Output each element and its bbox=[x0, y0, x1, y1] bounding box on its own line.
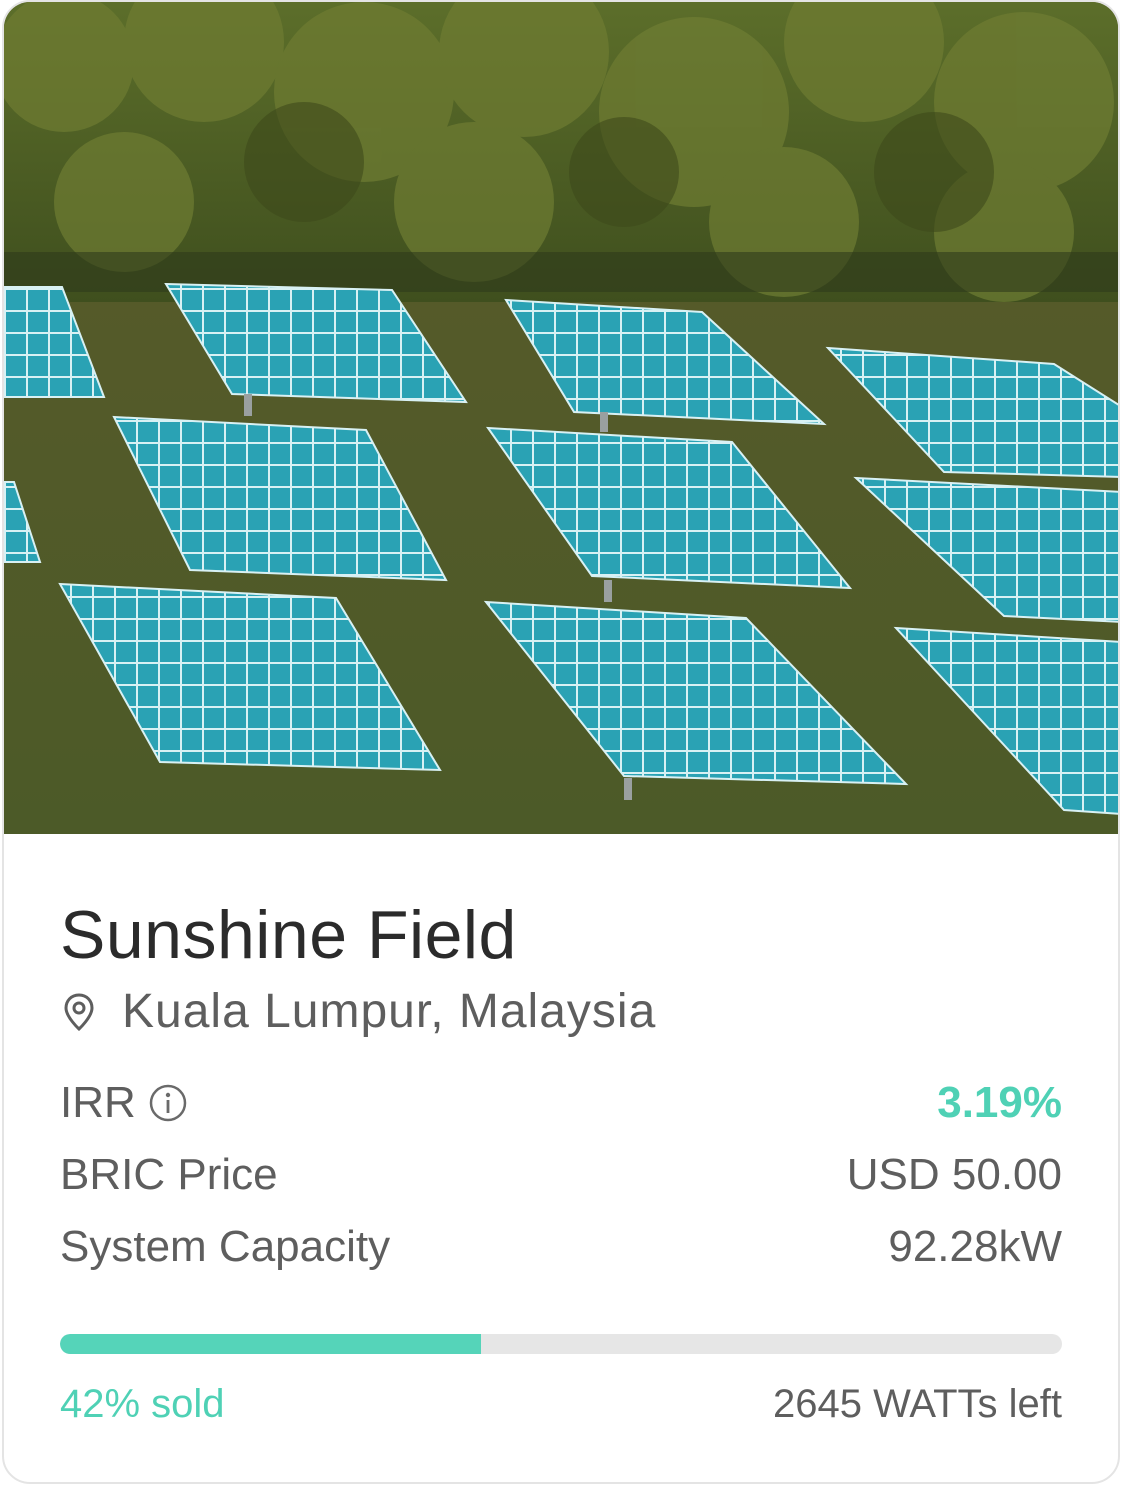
irr-row: IRR 3.19% bbox=[60, 1078, 1062, 1128]
location-text: Kuala Lumpur, Malaysia bbox=[122, 985, 657, 1038]
project-card[interactable]: Sunshine Field Kuala Lumpur, Malaysia IR… bbox=[2, 0, 1120, 1484]
irr-value: 3.19% bbox=[937, 1078, 1062, 1127]
solar-field-illustration bbox=[4, 2, 1118, 834]
system-capacity-value: 92.28kW bbox=[888, 1222, 1062, 1271]
system-capacity-row: System Capacity 92.28kW bbox=[60, 1222, 1062, 1272]
project-location: Kuala Lumpur, Malaysia bbox=[60, 984, 656, 1039]
sold-percentage: 42% sold bbox=[60, 1382, 225, 1426]
irr-label: IRR bbox=[60, 1078, 136, 1127]
bric-price-row: BRIC Price USD 50.00 bbox=[60, 1150, 1062, 1200]
sales-progress-bar bbox=[60, 1334, 1062, 1354]
bric-price-value: USD 50.00 bbox=[846, 1150, 1062, 1199]
project-title: Sunshine Field bbox=[60, 897, 517, 973]
sales-progress-fill bbox=[60, 1334, 481, 1354]
location-pin-icon bbox=[64, 992, 94, 1031]
system-capacity-label: System Capacity bbox=[60, 1222, 391, 1271]
bric-price-label: BRIC Price bbox=[60, 1150, 278, 1199]
project-image bbox=[4, 2, 1118, 834]
progress-summary: 42% sold 2645 WATTs left bbox=[60, 1382, 1062, 1427]
watts-remaining: 2645 WATTs left bbox=[773, 1382, 1062, 1426]
info-icon[interactable] bbox=[148, 1083, 188, 1123]
